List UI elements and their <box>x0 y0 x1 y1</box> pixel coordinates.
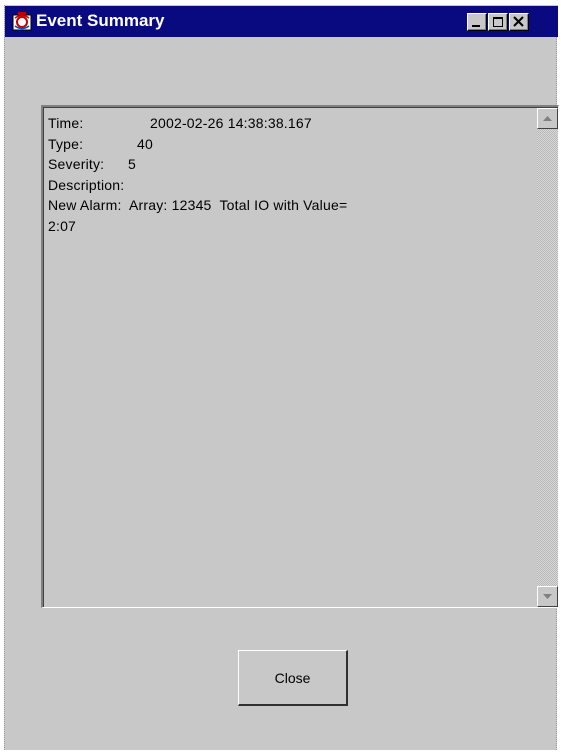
type-line: Type: 40 <box>48 134 508 155</box>
close-button[interactable]: Close <box>238 650 348 706</box>
description-text-2: 2:07 <box>48 217 77 234</box>
time-line: Time: 2002-02-26 14:38:38.167 <box>48 113 508 134</box>
text-area-border: Time: 2002-02-26 14:38:38.167 Type: 40 Sev… <box>43 107 558 607</box>
event-summary-window: Event Summary Time: 2002-02-26 14:38:38.1… <box>4 5 559 750</box>
time-value: 2002-02-26 14:38:38.167 <box>150 115 312 131</box>
close-window-button[interactable] <box>509 13 529 31</box>
severity-line: Severity: 5 <box>48 154 508 175</box>
severity-value: 5 <box>128 156 136 172</box>
title-bar[interactable]: Event Summary <box>5 5 558 37</box>
severity-label: Severity: <box>48 156 105 172</box>
vertical-scrollbar[interactable] <box>537 108 558 607</box>
scroll-down-button[interactable] <box>537 586 558 607</box>
scroll-up-arrow-icon <box>543 116 552 121</box>
scroll-up-button[interactable] <box>537 108 558 129</box>
time-label: Time: <box>48 115 84 131</box>
description-label: Description: <box>48 176 125 193</box>
event-details-text-area[interactable]: Time: 2002-02-26 14:38:38.167 Type: 40 Sev… <box>41 105 559 608</box>
close-icon <box>513 16 524 27</box>
minimize-icon <box>472 25 480 27</box>
type-label: Type: <box>48 135 84 152</box>
window-title: Event Summary <box>36 11 165 30</box>
description-text-line-2: 2:07 <box>48 216 508 237</box>
description-text-line-1: New Alarm: Array: 12345 Total IO with Va… <box>48 195 508 216</box>
description-text-1: New Alarm: Array: 12345 Total IO with Va… <box>48 197 348 213</box>
maximize-icon <box>493 17 503 27</box>
description-line: Description: <box>48 175 508 196</box>
event-details-content: Time: 2002-02-26 14:38:38.167 Type: 40 Sev… <box>48 113 508 236</box>
app-icon[interactable] <box>12 12 32 32</box>
minimize-button[interactable] <box>467 13 487 31</box>
scroll-down-arrow-icon <box>543 594 552 599</box>
type-value: 40 <box>137 135 153 152</box>
maximize-button[interactable] <box>488 13 508 31</box>
